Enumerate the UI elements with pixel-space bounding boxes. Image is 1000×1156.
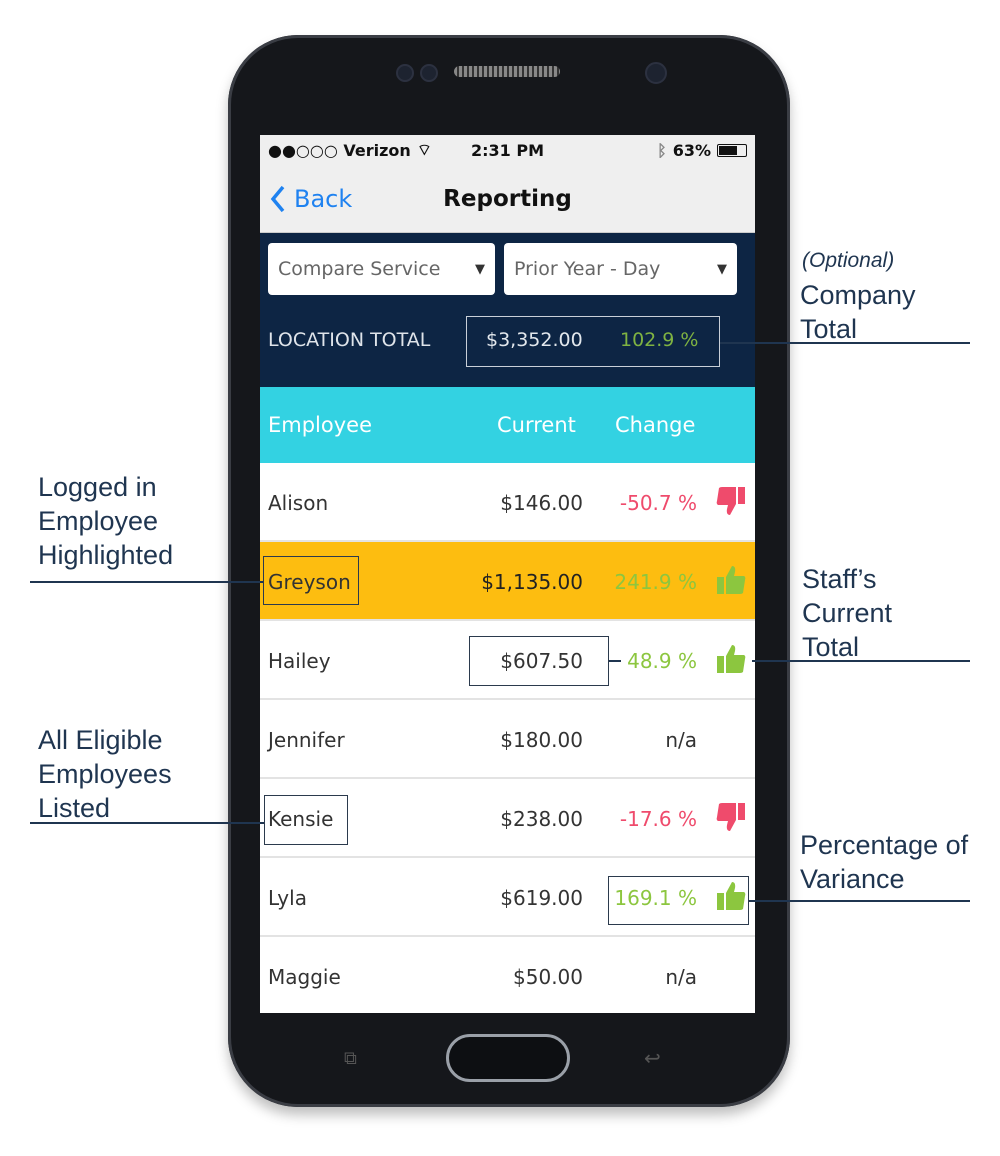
filter-panel: Compare Service ▼ Prior Year - Day ▼ LOC… [260,233,755,387]
employee-list: Alison $146.00 -50.7 % Greyson $1,135.00… [260,463,755,1013]
change-percent: n/a [665,728,697,752]
current-amount: $146.00 [500,491,583,515]
callout-line [609,660,621,662]
location-total-change: 102.9 % [620,329,699,351]
column-header-change: Change [615,413,696,437]
employee-name: Lyla [268,886,307,910]
annotation-logged-in: Logged in Employee Highlighted [38,472,174,570]
nav-bar: Back Reporting [260,165,755,233]
status-bar: ●●○○○ Verizon ⌔ 2:31 PM ᛒ 63% [260,135,755,165]
location-total-amount: $3,352.00 [486,329,583,351]
service-select[interactable]: Compare Service ▼ [268,243,495,295]
callout-line [30,581,263,583]
service-select-value: Compare Service [278,258,441,280]
back-button[interactable]: Back [260,185,352,213]
recent-apps-icon[interactable]: ⧉ [344,1048,357,1069]
sensor-icon [396,64,414,82]
back-label: Back [294,184,353,213]
home-button[interactable] [446,1034,570,1082]
back-key-icon[interactable]: ↩ [644,1046,661,1070]
logged-in-callout-box [263,556,359,605]
employee-name: Maggie [268,965,341,989]
thumbs-down-icon [715,485,747,517]
battery-icon [717,143,747,157]
annotation-variance: Percentage of Variance [800,830,969,894]
variance-callout-box [608,876,749,925]
change-percent: 241.9 % [614,570,697,594]
current-amount: $1,135.00 [481,570,583,594]
staff-total-callout-box [469,636,609,686]
clock: 2:31 PM [470,140,544,160]
eligible-callout-box [264,795,348,845]
change-percent: -50.7 % [619,491,697,515]
table-row[interactable]: Alison $146.00 -50.7 % [260,463,755,542]
change-percent: n/a [665,965,697,989]
current-amount: $238.00 [500,807,583,831]
period-select-value: Prior Year - Day [514,258,661,280]
chevron-left-icon [270,185,285,212]
thumbs-up-icon [715,564,747,596]
column-header-employee: Employee [268,413,373,437]
change-percent: -17.6 % [619,807,697,831]
annotation-staff-total: Staff’s Current Total [802,564,893,662]
table-row[interactable]: Jennifer $180.00 n/a [260,700,755,779]
dropdown-arrow-icon: ▼ [717,261,727,277]
annotation-optional: (Optional) [802,249,895,272]
thumbs-up-icon [715,643,747,675]
front-camera-icon [645,62,667,84]
dropdown-arrow-icon: ▼ [475,261,485,277]
table-header: Employee Current Change [260,387,755,463]
employee-name: Jennifer [268,728,345,752]
period-select[interactable]: Prior Year - Day ▼ [504,243,737,295]
location-total-label: LOCATION TOTAL [268,329,431,351]
change-percent: 48.9 % [627,649,697,673]
annotation-company-total: Company Total [800,280,916,344]
current-amount: $180.00 [500,728,583,752]
current-amount: $50.00 [513,965,583,989]
annotation-all-eligible: All Eligible Employees Listed [38,725,172,823]
thumbs-down-icon [715,801,747,833]
table-row[interactable]: Maggie $50.00 n/a [260,937,755,1013]
employee-name: Alison [268,491,329,515]
sensor-icon [420,64,438,82]
earpiece-speaker [454,66,560,77]
callout-line [749,900,970,902]
current-amount: $619.00 [500,886,583,910]
employee-name: Hailey [268,649,331,673]
column-header-current: Current [497,413,576,437]
